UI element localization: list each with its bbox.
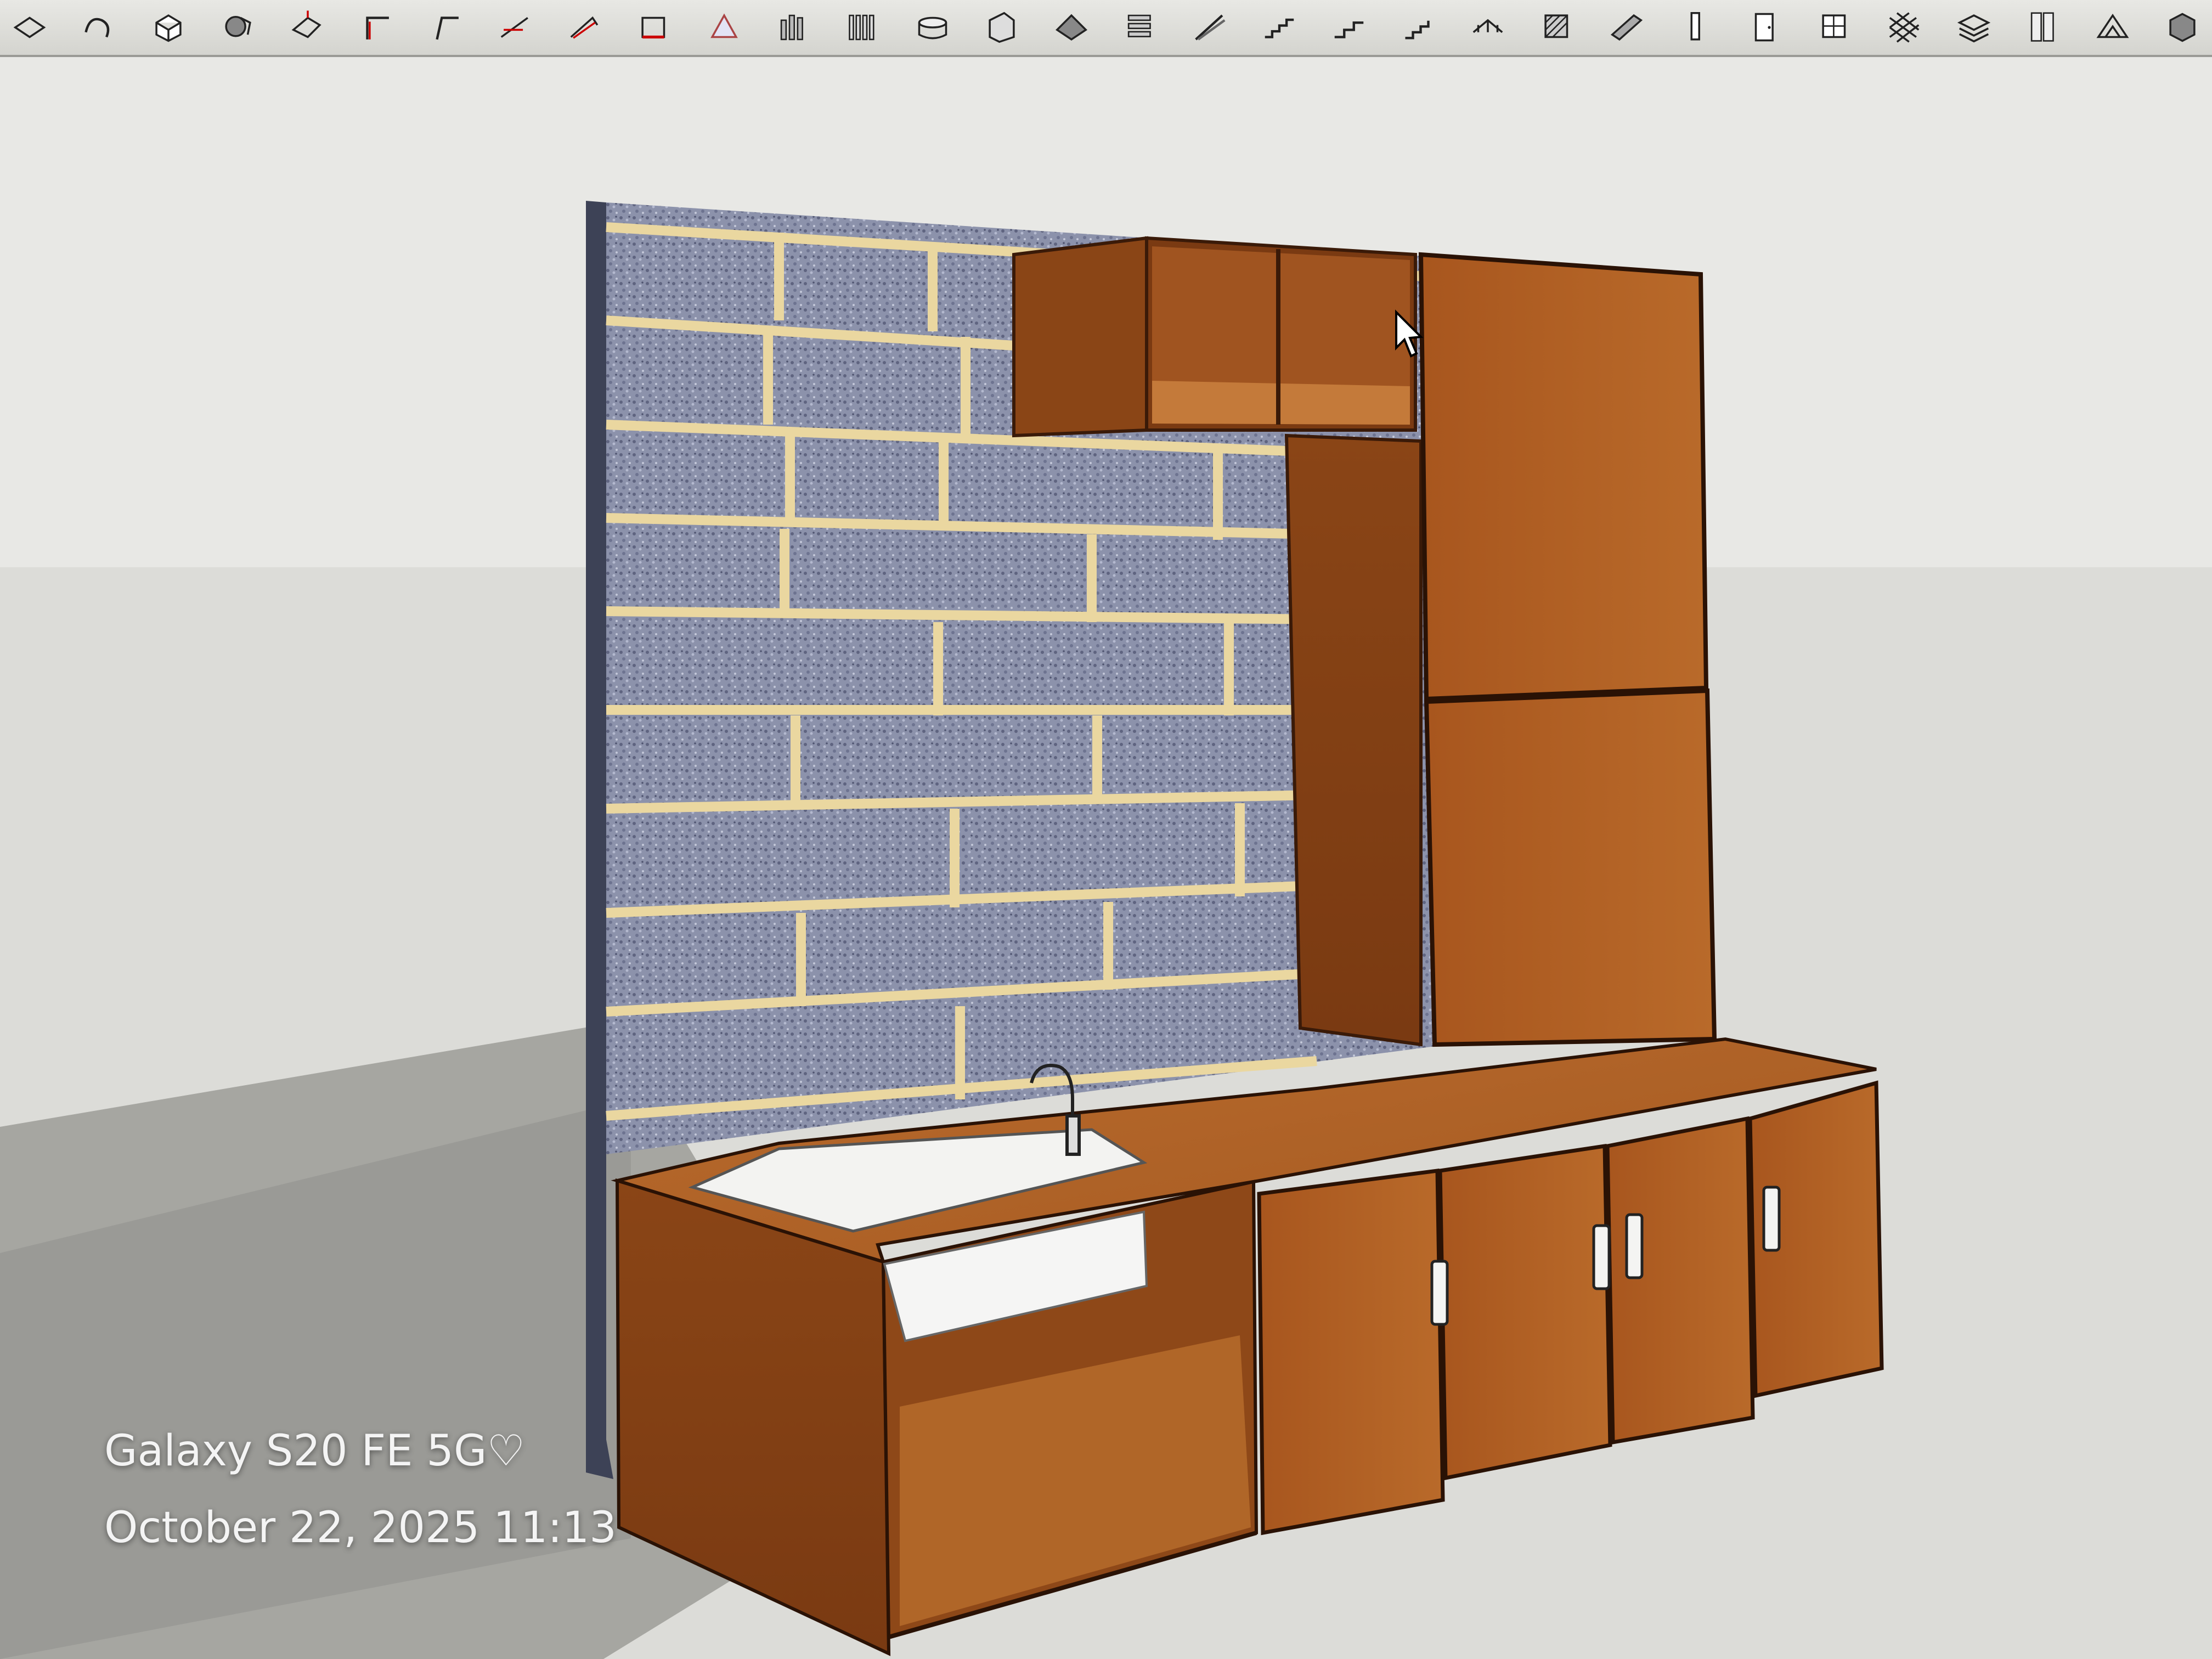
post-tool-button[interactable]	[1667, 3, 1726, 52]
stair-tool-button[interactable]	[1250, 3, 1310, 52]
toolbar	[0, 0, 2212, 57]
wall-icon	[989, 12, 1015, 43]
camera-watermark: Galaxy S20 FE 5G♡ October 22, 2025 11:13	[104, 1413, 617, 1566]
base-door-2[interactable]	[1438, 1143, 1612, 1481]
railing-icon	[1472, 19, 1503, 33]
triangle-face-icon	[710, 13, 738, 38]
panel-icon	[2030, 12, 2054, 42]
wall-tool-button[interactable]	[972, 3, 1032, 52]
round-tower-icon	[918, 16, 947, 40]
lattice-tool-button[interactable]	[1875, 3, 1934, 52]
round-tower-tool-button[interactable]	[902, 3, 962, 52]
ramp-icon	[1195, 14, 1226, 41]
roof-tool-button[interactable]	[1041, 3, 1101, 52]
door-icon	[1755, 13, 1774, 42]
stacked-slabs-icon	[1128, 14, 1152, 37]
line-tool-icon	[500, 17, 529, 38]
push-pull-icon	[291, 10, 321, 38]
box-icon	[155, 14, 182, 42]
frame-tool-button[interactable]	[625, 3, 685, 52]
watermark-device: Galaxy S20 FE 5G♡	[104, 1426, 526, 1476]
hatch-tool-button[interactable]	[1527, 3, 1587, 52]
corner-line-tool-button[interactable]	[416, 3, 476, 52]
hatch-icon	[1544, 14, 1568, 38]
stair-landing-tool-button[interactable]	[1319, 3, 1379, 52]
columns-icon	[781, 14, 804, 41]
lattice-icon	[1889, 12, 1920, 43]
balusters-tool-button[interactable]	[833, 3, 893, 52]
extrude-edges-tool-button[interactable]	[556, 3, 616, 52]
stacked-slabs-tool-button[interactable]	[1111, 3, 1171, 52]
rotate-icon	[13, 16, 46, 38]
frame-icon	[641, 16, 665, 39]
stair-spiral-tool-button[interactable]	[1389, 3, 1448, 52]
stair-landing-icon	[1334, 21, 1364, 38]
component-tool-button[interactable]	[2152, 3, 2212, 52]
beam-tool-button[interactable]	[1597, 3, 1657, 52]
line-tool-tool-button[interactable]	[486, 3, 546, 52]
layers-icon	[1957, 14, 1991, 43]
columns-tool-button[interactable]	[764, 3, 823, 52]
push-pull-tool-button[interactable]	[278, 3, 337, 52]
beam-icon	[1611, 14, 1643, 41]
solid-union-tool-button[interactable]	[208, 3, 268, 52]
extrude-edges-icon	[570, 16, 599, 39]
component-icon	[2169, 13, 2196, 42]
door-tool-button[interactable]	[1736, 3, 1796, 52]
truss-icon	[2096, 13, 2129, 38]
rotate-tool-button[interactable]	[0, 3, 60, 52]
post-icon	[1690, 12, 1700, 41]
railing-tool-button[interactable]	[1458, 3, 1518, 52]
follow-me-icon	[84, 18, 110, 38]
solid-union-icon	[225, 16, 251, 37]
corner-line-icon	[436, 16, 459, 40]
triangle-face-tool-button[interactable]	[695, 3, 754, 52]
layers-tool-button[interactable]	[1944, 3, 2004, 52]
panel-tool-button[interactable]	[2013, 3, 2073, 52]
base-door-3[interactable]	[1605, 1116, 1755, 1445]
ramp-tool-button[interactable]	[1181, 3, 1240, 52]
tall-cabinet-side	[1284, 433, 1423, 1047]
box-tool-button[interactable]	[139, 3, 199, 52]
roof-icon	[1055, 14, 1087, 41]
watermark-datetime: October 22, 2025 11:13	[104, 1503, 617, 1553]
upper-open-cabinet[interactable]	[1012, 236, 1417, 438]
offset-line-icon	[366, 16, 389, 40]
window-tool-button[interactable]	[1805, 3, 1865, 52]
stair-icon	[1265, 18, 1294, 38]
tall-cabinet[interactable]	[1418, 252, 1717, 1047]
base-door-1[interactable]	[1257, 1169, 1445, 1536]
follow-me-tool-button[interactable]	[70, 3, 129, 52]
truss-tool-button[interactable]	[2083, 3, 2143, 52]
balusters-icon	[849, 14, 874, 41]
window-icon	[1822, 14, 1846, 38]
stair-spiral-icon	[1405, 20, 1430, 40]
offset-line-tool-button[interactable]	[347, 3, 407, 52]
